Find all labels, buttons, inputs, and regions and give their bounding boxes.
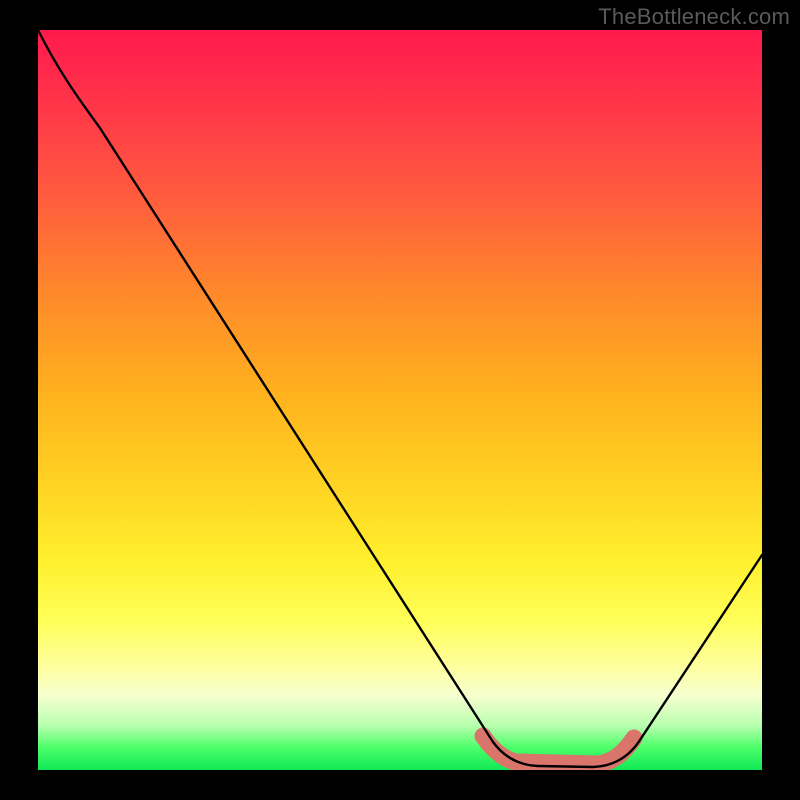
chart-frame: TheBottleneck.com <box>0 0 800 800</box>
curve-path <box>38 30 762 767</box>
watermark-label: TheBottleneck.com <box>598 4 790 30</box>
bottleneck-curve <box>38 30 762 770</box>
plot-area <box>38 30 762 770</box>
